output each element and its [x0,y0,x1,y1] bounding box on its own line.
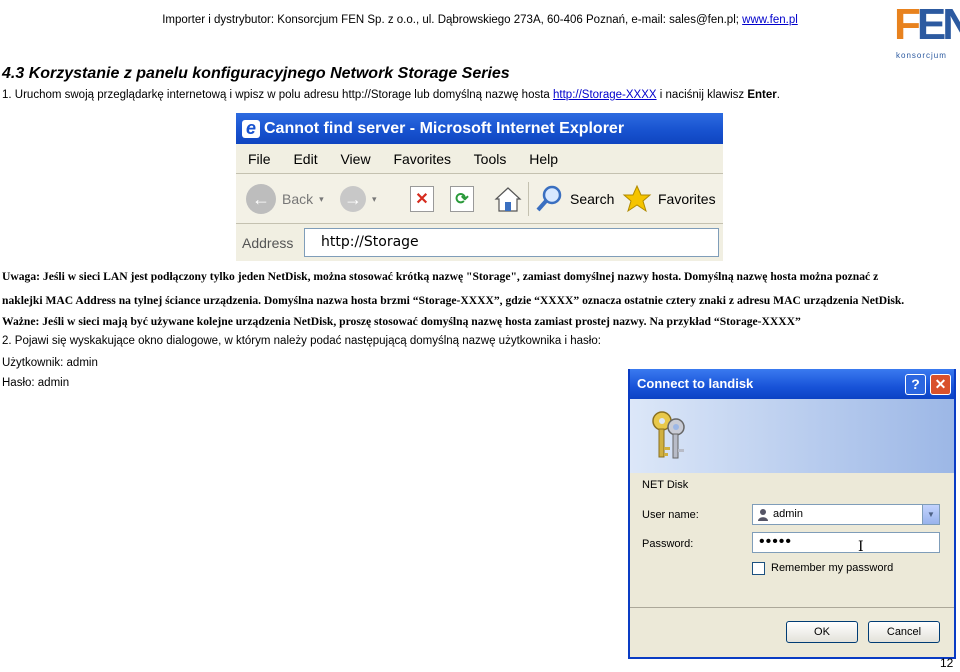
back-label: Back [282,191,314,207]
forward-arrow-icon: → [340,186,366,212]
ie-toolbar: ← Back ▾ → ▾ ✕ ⟳ Search Favorites [236,174,723,224]
address-value: http://Storage [321,234,419,250]
logo-en: EN [916,0,960,49]
ok-button[interactable]: OK [786,621,858,643]
ie-address-bar: Address http://Storage [236,224,723,261]
note-line-3: Ważne: Jeśli w sieci mają być używane ko… [2,315,801,328]
note-line-1: Uwaga: Jeśli w sieci LAN jest podłączony… [2,270,879,283]
step1-end: . [776,89,780,101]
refresh-icon: ⟳ [450,186,474,212]
dialog-banner [630,399,954,473]
step1-text: 1. Uruchom swoją przeglądarkę internetow… [2,89,780,101]
menu-edit[interactable]: Edit [293,151,317,167]
stop-icon: ✕ [410,186,434,212]
back-dropdown-icon: ▾ [319,193,324,204]
ie-menubar: File Edit View Favorites Tools Help [236,144,723,174]
menu-view[interactable]: View [340,151,370,167]
ie-title: Cannot find server - Microsoft Internet … [264,120,625,137]
forward-button[interactable]: → ▾ [340,184,377,214]
page-number: 12 [940,656,954,670]
step1-post: i naciśnij klawisz [656,89,748,101]
dialog-title: Connect to landisk [637,376,754,391]
star-icon [622,184,652,213]
dialog-separator [630,607,954,608]
menu-help[interactable]: Help [529,151,558,167]
favorites-label: Favorites [658,191,716,207]
password-label: Password: [642,538,694,550]
back-arrow-icon: ← [246,184,276,214]
header-link[interactable]: www.fen.pl [742,14,798,26]
ie-screenshot: Cannot find server - Microsoft Internet … [236,113,723,261]
username-value: admin [773,508,803,520]
search-button[interactable]: Search [534,184,614,214]
back-button[interactable]: ← Back ▾ [246,184,324,214]
step2-text: 2. Pojawi się wyskakujące okno dialogowe… [2,335,601,347]
text-cursor-icon: I [858,539,864,555]
step1-key: Enter [747,89,777,101]
forward-dropdown-icon: ▾ [372,193,377,204]
password-field[interactable]: ••••• [752,532,940,553]
header-text: Importer i dystrybutor: Konsorcjum FEN S… [162,14,743,26]
refresh-button[interactable]: ⟳ [450,184,474,214]
favorites-button[interactable]: Favorites [622,184,716,214]
search-label: Search [570,191,615,207]
cancel-button[interactable]: Cancel [868,621,940,643]
remember-label: Remember my password [771,562,894,574]
note-line-2: naklejki MAC Address na tylnej ściance u… [2,294,905,307]
menu-file[interactable]: File [248,151,271,167]
menu-tools[interactable]: Tools [474,151,507,167]
section-title: 4.3 Korzystanie z panelu konfiguracyjneg… [2,65,510,82]
search-icon [536,185,562,212]
stop-button[interactable]: ✕ [410,184,434,214]
keys-icon [652,411,685,459]
menu-favorites[interactable]: Favorites [393,151,451,167]
logo-sub: konsorcjum [896,51,947,60]
chevron-down-icon[interactable]: ▼ [922,505,939,524]
remember-checkbox[interactable] [752,562,765,575]
user-icon [758,509,768,521]
close-button[interactable]: ✕ [930,374,951,395]
page-header: Importer i dystrybutor: Konsorcjum FEN S… [0,14,960,26]
company-logo: FEN konsorcjum [892,0,960,62]
dialog-titlebar: Connect to landisk ? ✕ [630,369,954,399]
home-icon [494,187,522,212]
step2-pass: Hasło: admin [2,377,70,389]
server-name: NET Disk [642,479,689,491]
ie-logo-icon [242,113,260,144]
step2-user: Użytkownik: admin [2,357,98,369]
logo-f: F [894,0,921,49]
step1-pre: 1. Uruchom swoją przeglądarkę internetow… [2,89,554,101]
username-label: User name: [642,509,699,521]
address-label: Address [242,235,294,251]
login-dialog: Connect to landisk ? ✕ NET Disk User nam… [628,369,956,659]
toolbar-separator [528,182,529,216]
step1-link[interactable]: http://Storage-XXXX [553,89,657,101]
password-value: ••••• [759,533,793,550]
help-button[interactable]: ? [905,374,926,395]
ie-titlebar: Cannot find server - Microsoft Internet … [236,113,723,144]
username-field[interactable]: admin ▼ [752,504,940,525]
home-button[interactable] [494,184,522,214]
